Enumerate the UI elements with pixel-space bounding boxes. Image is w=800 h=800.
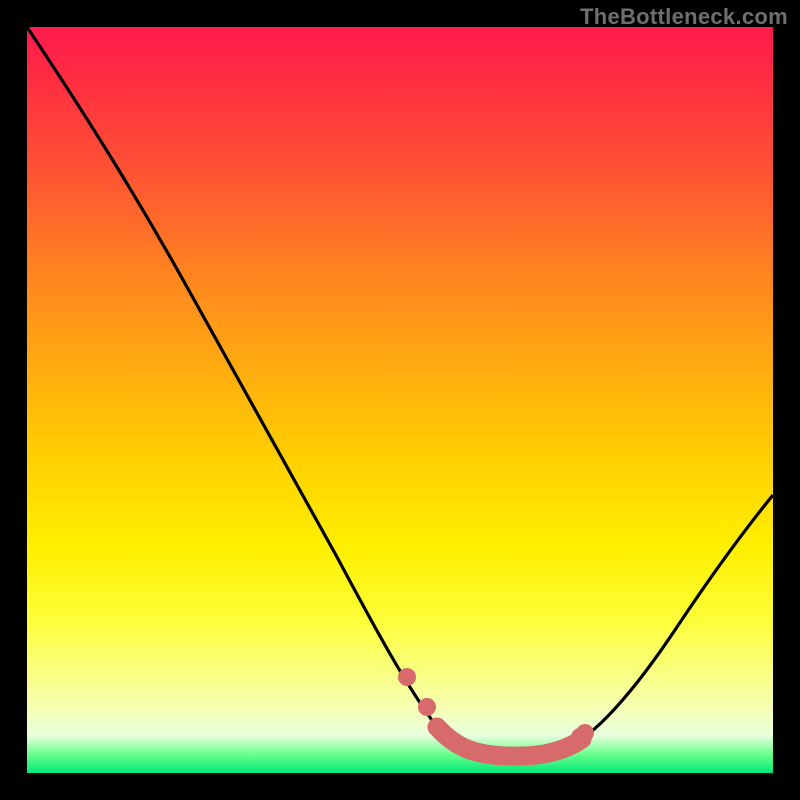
- chart-frame: [27, 27, 773, 773]
- bottleneck-curve-svg: [27, 27, 773, 773]
- optimal-range-highlight: [398, 668, 594, 756]
- highlight-band: [437, 727, 582, 756]
- watermark-text: TheBottleneck.com: [580, 4, 788, 30]
- highlight-dot: [576, 724, 594, 742]
- bottleneck-curve-path: [27, 27, 773, 756]
- highlight-dot: [398, 668, 416, 686]
- highlight-dot: [418, 698, 436, 716]
